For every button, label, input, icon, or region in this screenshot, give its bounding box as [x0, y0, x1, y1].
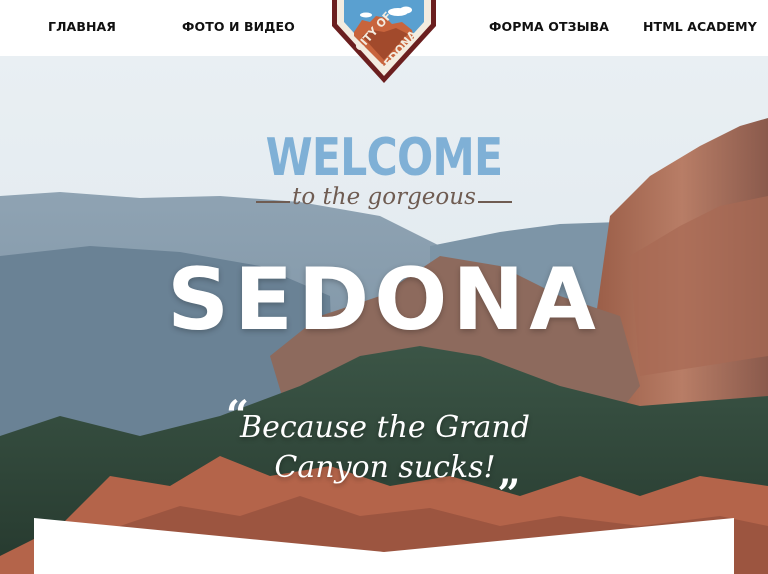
welcome-heading: WELCOME — [265, 128, 504, 188]
hero-quote: Because the Grand Canyon sucks! — [240, 410, 530, 485]
nav-link-photo-video[interactable]: ФОТО И ВИДЕО — [182, 19, 295, 34]
nav-link-html-academy[interactable]: HTML ACADEMY — [643, 19, 757, 34]
city-of-sedona-logo[interactable]: CITY OF SEDONA — [332, 0, 436, 83]
tagline-divider-right — [478, 201, 512, 203]
quote-close-mark: „ — [498, 448, 522, 495]
tagline-text: to the gorgeous — [292, 184, 476, 210]
hero-bottom-chevron — [34, 518, 734, 574]
nav-link-home[interactable]: ГЛАВНАЯ — [48, 19, 116, 34]
city-title: SEDONA — [167, 250, 601, 350]
tagline-block: to the gorgeous — [250, 184, 518, 218]
hero-section: WELCOME to the gorgeous SEDONA “ Because… — [0, 56, 768, 574]
nav-link-feedback-form[interactable]: ФОРМА ОТЗЫВА — [489, 19, 609, 34]
